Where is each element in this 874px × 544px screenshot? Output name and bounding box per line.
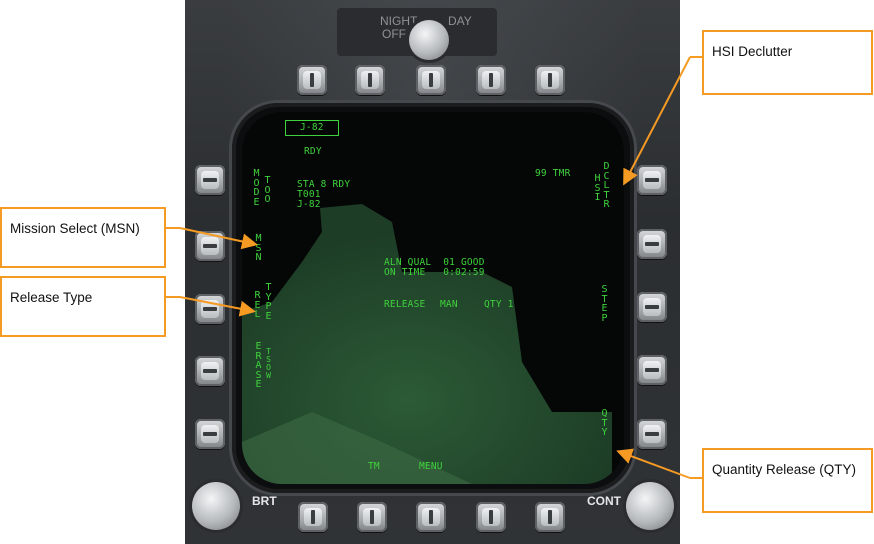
callout-arrows	[166, 56, 702, 479]
arrow-mission-select-diag	[179, 227, 258, 250]
arrow-quantity-release-diag	[616, 448, 691, 479]
arrow-hsi-declutter-diag	[623, 56, 691, 186]
